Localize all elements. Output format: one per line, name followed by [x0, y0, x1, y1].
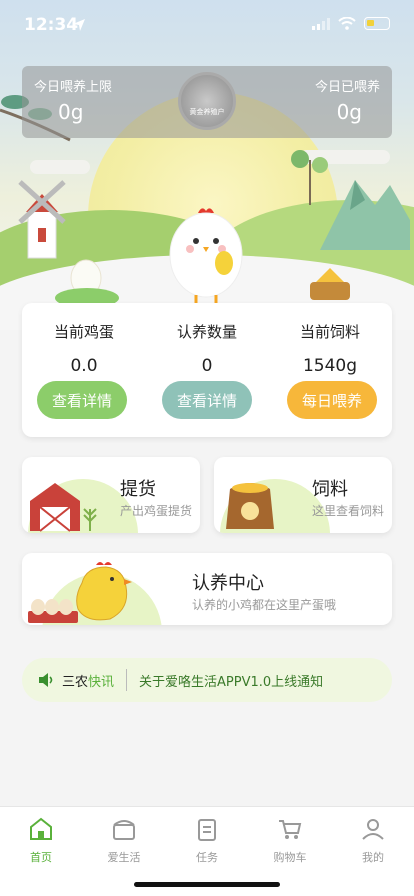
- tab-label: 首页: [30, 851, 52, 864]
- location-arrow-icon: [73, 19, 85, 31]
- feed-bowl-illustration: [310, 268, 350, 300]
- profile-icon: [362, 819, 384, 840]
- tab-label: 爱生活: [107, 851, 141, 864]
- adopt-center-card[interactable]: 认养中心 认养的小鸡都在这里产蛋哦: [22, 553, 392, 625]
- news-ticker[interactable]: 三农 快讯 关于爱咯生活APPV1.0上线通知: [22, 658, 392, 702]
- pickup-subtitle: 产出鸡蛋提货: [120, 504, 193, 518]
- home-indicator: [134, 882, 280, 887]
- news-tag-a: 三农: [62, 674, 89, 690]
- adopt-center-title: 认养中心: [192, 573, 264, 594]
- windmill-illustration: [18, 180, 66, 259]
- stat-value: 1540g: [302, 356, 358, 376]
- feed-card[interactable]: 饲料 这里查看饲料: [214, 457, 392, 533]
- task-icon: [198, 819, 216, 841]
- level-badge-text: 黄金养殖户: [189, 108, 225, 116]
- tab-tasks[interactable]: 任务: [177, 815, 237, 865]
- tab-label: 购物车: [273, 851, 307, 864]
- hen-with-eggs-icon: [28, 562, 132, 623]
- tab-cart[interactable]: 购物车: [260, 815, 320, 865]
- battery-icon: [364, 17, 390, 30]
- tab-label: 任务: [196, 851, 218, 864]
- egg-illustration: [55, 259, 119, 304]
- news-tag-b: 快讯: [88, 674, 115, 690]
- tree-illustration: [291, 150, 328, 205]
- stat-eggs: 当前鸡蛋 0.0: [22, 321, 146, 376]
- stat-title: 认养数量: [176, 323, 237, 341]
- stats-card: 当前鸡蛋 0.0 查看详情 认养数量 0 查看详情 当前饲料 1540g 每日喂…: [22, 303, 392, 437]
- feed-title: 饲料: [312, 479, 348, 500]
- stat-value: 0: [201, 356, 213, 376]
- home-icon: [30, 817, 52, 840]
- pickup-card[interactable]: 提货 产出鸡蛋提货: [22, 457, 200, 533]
- news-text[interactable]: 关于爱咯生活APPV1.0上线通知: [139, 671, 323, 690]
- tab-love-life[interactable]: 爱生活: [94, 815, 154, 865]
- fed-today-value: 0g: [336, 100, 362, 124]
- tab-profile[interactable]: 我的: [343, 815, 403, 865]
- wifi-icon: [338, 17, 356, 30]
- store-icon: [113, 820, 135, 840]
- stat-adopted: 认养数量 0: [145, 321, 269, 376]
- egg-details-button[interactable]: 查看详情: [37, 381, 127, 419]
- stat-title: 当前饲料: [299, 323, 360, 341]
- fed-today-label: 今日已喂养: [314, 80, 380, 95]
- feed-subtitle: 这里查看饲料: [312, 504, 385, 518]
- cart-icon: [279, 820, 302, 839]
- tab-home[interactable]: 首页: [11, 815, 71, 865]
- signal-icon: [312, 17, 330, 30]
- barn-icon: [30, 483, 97, 532]
- stat-value: 0.0: [70, 356, 98, 376]
- feed-sack-icon: [226, 483, 274, 529]
- tab-bar: 首页 爱生活 任务 购物车 我的: [0, 806, 414, 896]
- pickup-title: 提货: [120, 479, 156, 500]
- speaker-icon: [39, 673, 53, 687]
- tab-label: 我的: [362, 851, 384, 864]
- stat-feed: 当前饲料 1540g: [268, 321, 392, 376]
- status-bar: 12:34: [0, 0, 414, 50]
- chicken-illustration: [169, 208, 243, 303]
- daily-limit-value: 0g: [58, 100, 84, 124]
- status-time: 12:34: [24, 15, 79, 35]
- stat-title: 当前鸡蛋: [53, 323, 114, 341]
- daily-feed-button[interactable]: 每日喂养: [287, 381, 377, 419]
- adopt-details-button[interactable]: 查看详情: [162, 381, 252, 419]
- divider: [126, 669, 128, 691]
- daily-limit-label: 今日喂养上限: [34, 80, 113, 95]
- level-badge-icon: 黄金养殖户: [178, 72, 236, 130]
- adopt-center-subtitle: 认养的小鸡都在这里产蛋哦: [192, 598, 337, 612]
